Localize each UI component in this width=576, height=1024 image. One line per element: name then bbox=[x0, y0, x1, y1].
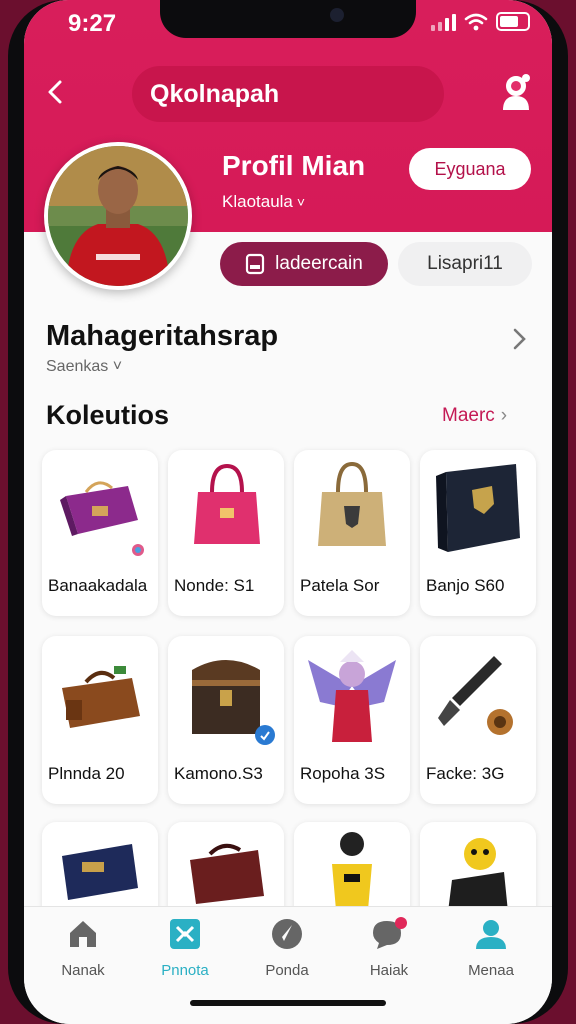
nav-label: Nanak bbox=[61, 962, 105, 979]
chevron-down-icon: ˅ bbox=[112, 358, 123, 375]
notch bbox=[160, 0, 416, 38]
collection-label: Facke: 3G bbox=[426, 764, 505, 783]
collection-card[interactable]: Nonde: S1 bbox=[168, 450, 284, 616]
chevron-right-icon[interactable] bbox=[510, 324, 530, 354]
nav-label: Ponda bbox=[265, 962, 309, 979]
camera bbox=[330, 8, 344, 22]
collection-label: Banaakadala bbox=[48, 576, 148, 595]
wifi-icon bbox=[464, 13, 488, 31]
bottom-nav: Nanak Pnnota Ponda Haiak Menaa bbox=[24, 906, 552, 1024]
collection-icon bbox=[170, 919, 200, 949]
tool-icon bbox=[438, 656, 513, 735]
red-bag-icon bbox=[190, 843, 264, 904]
nav-item-explore[interactable]: Ponda bbox=[242, 917, 332, 979]
chevron-left-icon bbox=[48, 80, 62, 104]
section-subtitle-text: Saenkas bbox=[46, 358, 109, 375]
player-figure-icon bbox=[332, 832, 372, 910]
profile-subtitle-text: Klaotaula bbox=[222, 192, 293, 211]
profile-icon bbox=[476, 920, 506, 949]
avatar[interactable] bbox=[44, 142, 192, 290]
collection-label: Patela Sor bbox=[300, 576, 380, 595]
battery-icon bbox=[496, 12, 530, 31]
collection-card[interactable]: Banaakadala bbox=[42, 450, 158, 616]
home-indicator[interactable] bbox=[190, 1000, 386, 1006]
pink-handbag-icon bbox=[194, 463, 260, 544]
nav-label: Haiak bbox=[369, 962, 409, 979]
status-icons bbox=[431, 12, 530, 31]
tab-primary[interactable]: ladeercain bbox=[220, 242, 388, 286]
player-photo bbox=[48, 146, 188, 286]
section-subtitle: Saenkas ˅ bbox=[46, 358, 122, 376]
collection-title: Koleutios bbox=[46, 400, 170, 430]
status-time: 9:27 bbox=[68, 10, 117, 37]
compass-icon bbox=[272, 919, 302, 949]
tab-secondary-label: Lisapri11 bbox=[427, 253, 503, 274]
app-screen: 9:27 Qkolnapah Profil Mian Klaotaula ˅ E… bbox=[24, 0, 552, 1024]
chevron-right-icon: › bbox=[500, 405, 508, 426]
tab-secondary[interactable]: Lisapri11 bbox=[398, 242, 532, 286]
badge-icon bbox=[255, 725, 275, 745]
collection-card[interactable]: Ropoha 3S bbox=[294, 636, 410, 804]
nav-label: Menaa bbox=[468, 962, 514, 979]
profile-subtitle[interactable]: Klaotaula ˅ bbox=[222, 192, 305, 212]
nav-item-home[interactable]: Nanak bbox=[38, 917, 128, 979]
winged-jersey-icon bbox=[308, 650, 396, 742]
tab-primary-label: ladeercain bbox=[275, 253, 363, 274]
collection-label: Banjo S60 bbox=[426, 576, 505, 595]
navy-case-icon bbox=[62, 844, 138, 900]
collection-label: Nonde: S1 bbox=[174, 576, 255, 595]
home-icon bbox=[70, 921, 96, 947]
signal-icon bbox=[431, 13, 456, 31]
dark-wallet-icon bbox=[436, 464, 520, 552]
badge-icon bbox=[129, 541, 147, 559]
nav-item-messages[interactable]: Haiak bbox=[344, 917, 434, 979]
canvas-bag-icon bbox=[318, 461, 386, 546]
nav-item-profile[interactable]: Menaa bbox=[446, 917, 536, 979]
profile-action-button[interactable]: Eyguana bbox=[409, 148, 531, 190]
back-button[interactable] bbox=[40, 76, 72, 108]
section-title[interactable]: Mahageritahsrap bbox=[46, 320, 278, 353]
user-badge-icon[interactable] bbox=[498, 72, 534, 112]
profile-name: Profil Mian bbox=[222, 150, 366, 181]
purple-bag-icon bbox=[60, 481, 138, 536]
chat-icon bbox=[373, 917, 407, 949]
nav-item-collection[interactable]: Pnnota bbox=[140, 917, 230, 979]
nav-label: Pnnota bbox=[161, 962, 209, 979]
collection-card[interactable]: Banjo S60 bbox=[420, 450, 536, 616]
collection-card[interactable]: Patela Sor bbox=[294, 450, 410, 616]
brown-duffel-icon bbox=[62, 666, 140, 728]
collection-label: Plnnda 20 bbox=[48, 764, 125, 783]
search-text: Qkolnapah bbox=[150, 79, 280, 108]
collection-card[interactable]: Facke: 3G bbox=[420, 636, 536, 804]
collection-card[interactable]: Kamono.S3 bbox=[168, 636, 284, 804]
collection-label: Ropoha 3S bbox=[300, 764, 386, 783]
collection-more-link[interactable]: Maerc › bbox=[442, 405, 507, 427]
card-icon bbox=[246, 253, 265, 275]
collection-card[interactable]: Plnnda 20 bbox=[42, 636, 158, 804]
collection-more-label: Maerc bbox=[442, 405, 495, 426]
search-bar[interactable]: Qkolnapah bbox=[132, 66, 444, 122]
chevron-down-icon: ˅ bbox=[296, 194, 306, 210]
collection-label: Kamono.S3 bbox=[174, 764, 263, 783]
mascot-figure-icon bbox=[448, 838, 508, 912]
